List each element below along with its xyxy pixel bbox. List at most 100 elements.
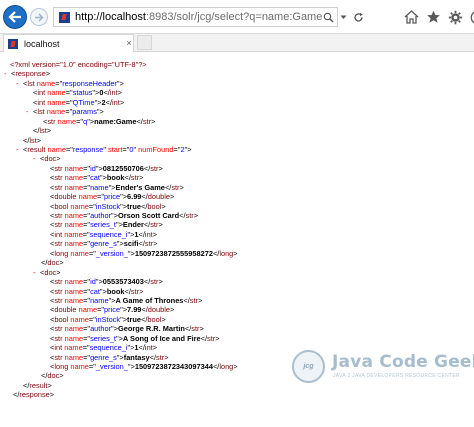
xml-line-field: <str name="author">George R.R. Martin</s… [50,324,204,334]
favorites-star-icon[interactable] [426,9,441,25]
tag-name: str [130,173,140,183]
element-text: 0553573403 [102,277,144,287]
element-text: fantasy [123,352,150,362]
attr-name: name [64,324,84,334]
tag-name: str [156,352,165,362]
search-icon[interactable] [322,10,334,24]
attr-name: name [78,305,98,315]
tag-name: double [147,305,170,315]
xml-line-field: <str name="name">Ender's Game</str> [50,182,184,192]
tag-name: str [54,239,63,249]
tag-name: str [191,324,200,334]
collapse-toggle[interactable]: - [4,69,11,78]
attr-name: name [70,314,89,324]
xml-line-field: <str name="genre_s">scifi</str> [50,239,158,249]
element-text: true [127,314,141,324]
refresh-icon[interactable] [352,10,364,24]
new-tab-button[interactable] [137,35,152,50]
attr-name: name [64,343,83,353]
xml-declaration-text: <?xml version="1.0" encoding="UTF-8"?> [10,60,147,69]
xml-line-doc-close: </doc> [41,258,64,268]
element-text: 7.99 [127,305,142,315]
attr-value: _version_ [95,248,128,258]
element-text: 1509723872343097344 [134,362,213,371]
xml-line-field: <str name="cat">book</str> [50,173,144,183]
tag-name: doc [44,154,57,164]
tag-name: str [189,295,199,305]
element-text: 6.99 [127,192,142,202]
collapse-toggle[interactable]: - [16,79,23,88]
xml-line-lst-params-open: - <lst name="params"> [26,107,104,117]
smiley-icon[interactable] [470,9,474,25]
xml-line-status: <int name="status">0</int> [33,88,122,98]
tag-name: result [29,380,48,390]
attr-value: series_t [90,220,116,230]
java-code-geeks-watermark: jcg Java Code Geeks JAVA 2 JAVA DEVELOPE… [292,349,474,385]
xml-line-field: <double name="price">6.99</double> [50,192,175,202]
forward-button[interactable] [30,8,48,26]
url-text: http://localhost:8983/solr/jcg/select?q=… [75,11,322,23]
tag-name: result [27,144,46,154]
tab-strip: localhost × [0,34,474,52]
xml-line-qtime: <int name="QTime">2</int> [33,97,125,107]
element-text: true [127,201,141,211]
attr-value: response [72,144,104,154]
element-text: book [106,173,125,183]
tag-name: long [219,362,234,371]
tab-close-button[interactable]: × [125,37,133,49]
tag-name: int [54,343,63,353]
tag-name: str [54,163,63,173]
settings-gear-icon[interactable] [448,9,463,25]
tag-name: int [54,229,63,239]
solr-favicon-icon [59,11,70,23]
attr-value: price [104,305,121,315]
doc-fields: <str name="id">0812550706</str> <str name… [4,164,470,258]
dropdown-icon[interactable] [337,10,349,24]
tag-name: double [147,192,170,202]
attr-value: price [104,192,121,202]
attr-value: name [90,182,109,192]
attr-value: QTime [72,97,95,107]
tag-name: str [54,173,63,183]
tab-localhost[interactable]: localhost × [3,34,134,52]
tag-name: int [144,229,153,239]
collapse-toggle[interactable]: - [33,154,40,163]
xml-line-lst-header-open: - <lst name="responseHeader"> [16,78,124,88]
attr-name: name [64,286,84,296]
element-text: scifi [123,239,139,249]
forward-arrow-icon [35,12,44,22]
home-icon[interactable] [404,9,419,25]
back-arrow-icon [8,11,21,23]
element-text: 1509723872555958272 [134,248,213,258]
element-text: Ender [122,220,144,230]
xml-line-field: <str name="author">Orson Scott Card</str… [50,211,199,220]
xml-line-field: <str name="id">0553573403</str> [50,277,163,287]
element-text: Orson Scott Card [117,211,180,220]
tag-name: bool [147,201,162,211]
back-button[interactable] [3,5,27,29]
xml-line-field: <str name="name">A Game of Thrones</str> [50,295,203,305]
attr-value: sequence_i [89,229,128,239]
solr-favicon-icon [8,38,18,49]
attr-value: sequence_i [89,343,128,353]
xml-line-lst-header-close: </lst> [23,135,42,145]
attr-value: genre_s [90,239,117,249]
watermark-subtitle: JAVA 2 JAVA DEVELOPERS RESOURCE CENTER [333,373,460,379]
tag-name: str [54,211,63,220]
tag-name: int [112,97,120,107]
xml-line-field: <str name="series_t">A Song of Ice and F… [50,333,220,343]
attr-value: genre_s [90,352,117,362]
tag-name: int [144,343,153,353]
address-bar[interactable]: http://localhost:8983/solr/jcg/select?q=… [53,7,363,27]
xml-line-field: <long name="_version_">15097238725559582… [50,248,238,258]
element-text: book [106,286,125,296]
attr-name: name [64,163,84,173]
collapse-toggle[interactable]: - [33,268,40,277]
xml-line-result-open: - <result name="response" start="0" numFo… [16,144,192,154]
xml-line-response-close: </response> [13,390,55,400]
attr-name: name [57,116,77,126]
attr-name: name [47,97,66,107]
xml-line-doc-open: - <doc> [33,267,61,277]
collapse-toggle[interactable]: - [26,107,33,116]
collapse-toggle[interactable]: - [16,145,23,154]
